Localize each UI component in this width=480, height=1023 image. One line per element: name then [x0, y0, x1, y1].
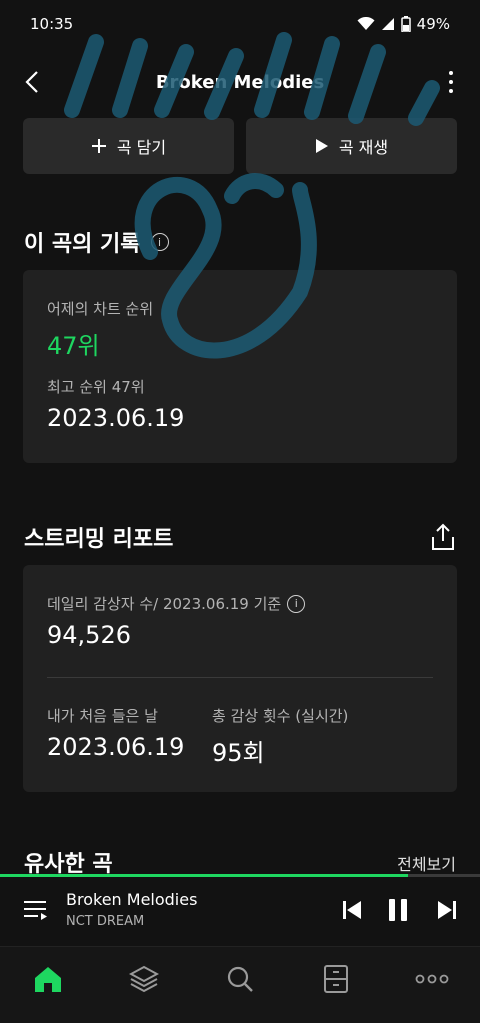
status-bar: 10:35 49%: [0, 0, 480, 48]
add-song-label: 곡 담기: [116, 138, 167, 157]
report-title: 스트리밍 리포트: [24, 527, 174, 552]
library-icon: [129, 965, 159, 993]
track-artist: NCT DREAM: [66, 914, 145, 929]
action-row: 곡 담기 곡 재생: [23, 118, 457, 174]
track-title: Broken Melodies: [66, 890, 198, 909]
yesterday-rank-value: 47위: [47, 332, 100, 360]
search-icon: [227, 966, 253, 992]
add-song-button[interactable]: 곡 담기: [23, 118, 234, 174]
play-song-label: 곡 재생: [338, 138, 389, 157]
nav-library[interactable]: [120, 955, 168, 1003]
share-button[interactable]: [430, 523, 456, 551]
best-rank-date: 2023.06.19: [47, 404, 185, 432]
dot: [449, 80, 453, 84]
status-time: 10:35: [30, 15, 74, 33]
bottom-nav: [0, 946, 480, 1023]
pause-icon: [389, 899, 407, 921]
play-song-button[interactable]: 곡 재생: [246, 118, 457, 174]
top-bar: Broken Melodies: [0, 56, 480, 108]
page-title: Broken Melodies: [155, 71, 325, 93]
total-plays-value: 95회: [212, 739, 265, 767]
battery-icon: [400, 16, 411, 32]
progress-track[interactable]: [0, 874, 480, 877]
dot: [449, 89, 453, 93]
skip-next-icon: [438, 901, 456, 919]
more-icon: [415, 974, 449, 984]
nav-more[interactable]: [408, 955, 456, 1003]
share-icon: [432, 523, 454, 550]
record-title: 이 곡의 기록: [24, 232, 141, 257]
daily-listeners-label: 데일리 감상자 수/ 2023.06.19 기준: [47, 595, 282, 613]
info-icon[interactable]: i: [287, 594, 306, 613]
nav-storage[interactable]: [312, 955, 360, 1003]
progress-fill: [0, 874, 408, 877]
more-options-button[interactable]: [440, 66, 462, 98]
previous-button[interactable]: [338, 896, 366, 924]
record-section-title: 이 곡의 기록 i: [24, 226, 169, 258]
report-card: 데일리 감상자 수/ 2023.06.19 기준 i 94,526 내가 처음 …: [23, 565, 457, 792]
battery-percent: 49%: [416, 15, 450, 33]
yesterday-rank-label: 어제의 차트 순위: [47, 300, 154, 318]
first-listen-value: 2023.06.19: [47, 733, 185, 761]
first-listen-label: 내가 처음 들은 날: [47, 707, 158, 725]
home-icon: [35, 967, 61, 992]
record-card: 어제의 차트 순위 47위 최고 순위 47위 2023.06.19: [23, 270, 457, 463]
pause-button[interactable]: [384, 896, 412, 924]
queue-icon: [24, 901, 47, 920]
next-button[interactable]: [433, 896, 461, 924]
nav-search[interactable]: [216, 955, 264, 1003]
back-button[interactable]: [18, 66, 46, 98]
chevron-left-icon: [25, 71, 38, 93]
mini-player[interactable]: Broken Melodies NCT DREAM: [0, 874, 480, 946]
info-icon[interactable]: i: [150, 233, 169, 251]
divider: [47, 677, 433, 678]
report-section-title: 스트리밍 리포트: [24, 521, 173, 553]
queue-button[interactable]: [22, 896, 50, 924]
total-plays-label: 총 감상 횟수 (실시간): [212, 707, 349, 725]
best-rank-label: 최고 순위 47위: [47, 378, 145, 396]
plus-icon: [91, 139, 106, 153]
dot: [449, 71, 453, 75]
nav-home[interactable]: [24, 955, 72, 1003]
storage-icon: [324, 965, 348, 993]
wifi-icon: [357, 17, 375, 30]
play-icon: [315, 139, 328, 153]
daily-listeners-row: 데일리 감상자 수/ 2023.06.19 기준 i: [47, 593, 306, 614]
status-icons: 49%: [357, 15, 450, 33]
daily-listeners-value: 94,526: [47, 621, 131, 649]
cell-signal-icon: [381, 18, 394, 30]
skip-previous-icon: [343, 901, 361, 919]
